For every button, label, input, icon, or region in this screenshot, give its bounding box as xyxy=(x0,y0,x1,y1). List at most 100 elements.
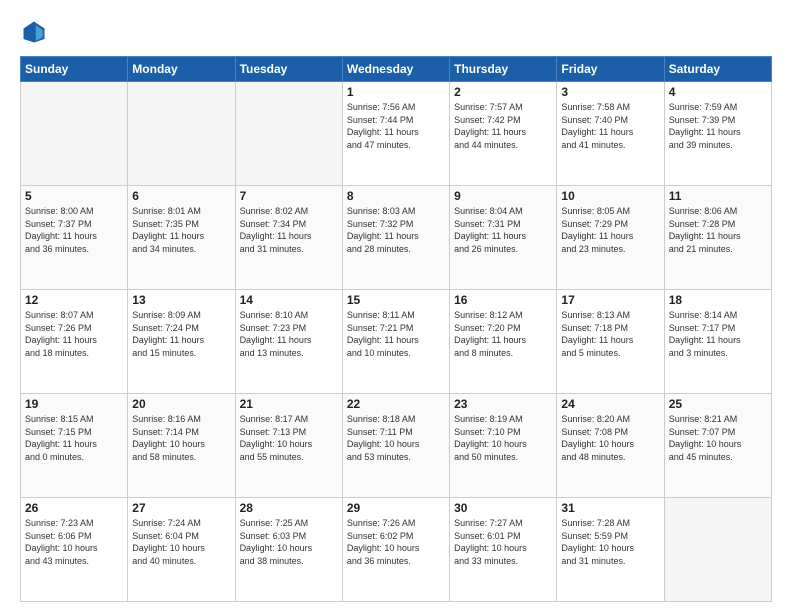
day-number: 14 xyxy=(240,293,338,307)
day-number: 10 xyxy=(561,189,659,203)
day-info: Sunrise: 7:24 AM Sunset: 6:04 PM Dayligh… xyxy=(132,517,230,567)
day-number: 9 xyxy=(454,189,552,203)
day-number: 24 xyxy=(561,397,659,411)
day-info: Sunrise: 8:02 AM Sunset: 7:34 PM Dayligh… xyxy=(240,205,338,255)
day-number: 13 xyxy=(132,293,230,307)
day-number: 16 xyxy=(454,293,552,307)
weekday-header-saturday: Saturday xyxy=(664,57,771,82)
day-number: 21 xyxy=(240,397,338,411)
day-number: 17 xyxy=(561,293,659,307)
day-info: Sunrise: 7:23 AM Sunset: 6:06 PM Dayligh… xyxy=(25,517,123,567)
day-info: Sunrise: 8:15 AM Sunset: 7:15 PM Dayligh… xyxy=(25,413,123,463)
day-number: 27 xyxy=(132,501,230,515)
calendar-cell: 27 Sunrise: 7:24 AM Sunset: 6:04 PM Dayli… xyxy=(128,498,235,602)
weekday-header-monday: Monday xyxy=(128,57,235,82)
logo-icon xyxy=(20,18,48,46)
day-info: Sunrise: 7:58 AM Sunset: 7:40 PM Dayligh… xyxy=(561,101,659,151)
day-number: 18 xyxy=(669,293,767,307)
calendar-cell: 14 Sunrise: 8:10 AM Sunset: 7:23 PM Dayli… xyxy=(235,290,342,394)
day-info: Sunrise: 8:01 AM Sunset: 7:35 PM Dayligh… xyxy=(132,205,230,255)
day-number: 3 xyxy=(561,85,659,99)
calendar-table: SundayMondayTuesdayWednesdayThursdayFrid… xyxy=(20,56,772,602)
day-number: 11 xyxy=(669,189,767,203)
day-info: Sunrise: 8:14 AM Sunset: 7:17 PM Dayligh… xyxy=(669,309,767,359)
calendar-week-1: 1Sunrise: 7:56 AM Sunset: 7:44 PM Daylig… xyxy=(21,82,772,186)
day-number: 30 xyxy=(454,501,552,515)
day-info: Sunrise: 8:09 AM Sunset: 7:24 PM Dayligh… xyxy=(132,309,230,359)
calendar-cell: 16 Sunrise: 8:12 AM Sunset: 7:20 PM Dayli… xyxy=(450,290,557,394)
calendar-cell: 6 Sunrise: 8:01 AM Sunset: 7:35 PM Daylig… xyxy=(128,186,235,290)
calendar-cell: 23 Sunrise: 8:19 AM Sunset: 7:10 PM Dayli… xyxy=(450,394,557,498)
day-info: Sunrise: 8:19 AM Sunset: 7:10 PM Dayligh… xyxy=(454,413,552,463)
day-number: 22 xyxy=(347,397,445,411)
day-number: 2 xyxy=(454,85,552,99)
day-number: 26 xyxy=(25,501,123,515)
calendar-cell: 8Sunrise: 8:03 AM Sunset: 7:32 PM Daylig… xyxy=(342,186,449,290)
calendar-cell: 15 Sunrise: 8:11 AM Sunset: 7:21 PM Dayli… xyxy=(342,290,449,394)
day-info: Sunrise: 8:13 AM Sunset: 7:18 PM Dayligh… xyxy=(561,309,659,359)
calendar-cell: 22 Sunrise: 8:18 AM Sunset: 7:11 PM Dayli… xyxy=(342,394,449,498)
calendar-cell: 19 Sunrise: 8:15 AM Sunset: 7:15 PM Dayli… xyxy=(21,394,128,498)
day-number: 19 xyxy=(25,397,123,411)
day-number: 6 xyxy=(132,189,230,203)
day-info: Sunrise: 8:04 AM Sunset: 7:31 PM Dayligh… xyxy=(454,205,552,255)
day-number: 25 xyxy=(669,397,767,411)
calendar-cell xyxy=(235,82,342,186)
day-number: 7 xyxy=(240,189,338,203)
day-number: 12 xyxy=(25,293,123,307)
day-number: 4 xyxy=(669,85,767,99)
header xyxy=(20,18,772,46)
day-number: 20 xyxy=(132,397,230,411)
day-info: Sunrise: 8:05 AM Sunset: 7:29 PM Dayligh… xyxy=(561,205,659,255)
day-info: Sunrise: 8:00 AM Sunset: 7:37 PM Dayligh… xyxy=(25,205,123,255)
day-number: 29 xyxy=(347,501,445,515)
weekday-header-tuesday: Tuesday xyxy=(235,57,342,82)
calendar-cell: 29 Sunrise: 7:26 AM Sunset: 6:02 PM Dayli… xyxy=(342,498,449,602)
day-info: Sunrise: 8:20 AM Sunset: 7:08 PM Dayligh… xyxy=(561,413,659,463)
calendar-cell: 1Sunrise: 7:56 AM Sunset: 7:44 PM Daylig… xyxy=(342,82,449,186)
day-info: Sunrise: 8:18 AM Sunset: 7:11 PM Dayligh… xyxy=(347,413,445,463)
page: SundayMondayTuesdayWednesdayThursdayFrid… xyxy=(0,0,792,612)
calendar-cell: 7 Sunrise: 8:02 AM Sunset: 7:34 PM Daylig… xyxy=(235,186,342,290)
day-info: Sunrise: 8:03 AM Sunset: 7:32 PM Dayligh… xyxy=(347,205,445,255)
calendar-cell xyxy=(664,498,771,602)
weekday-header-thursday: Thursday xyxy=(450,57,557,82)
calendar-week-3: 12 Sunrise: 8:07 AM Sunset: 7:26 PM Dayli… xyxy=(21,290,772,394)
logo xyxy=(20,18,54,46)
day-info: Sunrise: 8:21 AM Sunset: 7:07 PM Dayligh… xyxy=(669,413,767,463)
day-number: 28 xyxy=(240,501,338,515)
day-number: 5 xyxy=(25,189,123,203)
calendar-cell: 17 Sunrise: 8:13 AM Sunset: 7:18 PM Dayli… xyxy=(557,290,664,394)
day-info: Sunrise: 7:57 AM Sunset: 7:42 PM Dayligh… xyxy=(454,101,552,151)
calendar-week-5: 26 Sunrise: 7:23 AM Sunset: 6:06 PM Dayli… xyxy=(21,498,772,602)
calendar-cell: 3 Sunrise: 7:58 AM Sunset: 7:40 PM Daylig… xyxy=(557,82,664,186)
day-info: Sunrise: 8:17 AM Sunset: 7:13 PM Dayligh… xyxy=(240,413,338,463)
day-info: Sunrise: 8:11 AM Sunset: 7:21 PM Dayligh… xyxy=(347,309,445,359)
day-number: 23 xyxy=(454,397,552,411)
weekday-header-wednesday: Wednesday xyxy=(342,57,449,82)
day-info: Sunrise: 7:27 AM Sunset: 6:01 PM Dayligh… xyxy=(454,517,552,567)
calendar-cell: 24 Sunrise: 8:20 AM Sunset: 7:08 PM Dayli… xyxy=(557,394,664,498)
calendar-cell: 18 Sunrise: 8:14 AM Sunset: 7:17 PM Dayli… xyxy=(664,290,771,394)
calendar-cell: 25 Sunrise: 8:21 AM Sunset: 7:07 PM Dayli… xyxy=(664,394,771,498)
day-info: Sunrise: 7:25 AM Sunset: 6:03 PM Dayligh… xyxy=(240,517,338,567)
day-info: Sunrise: 7:56 AM Sunset: 7:44 PM Dayligh… xyxy=(347,101,445,151)
calendar-cell: 30 Sunrise: 7:27 AM Sunset: 6:01 PM Dayli… xyxy=(450,498,557,602)
weekday-header-row: SundayMondayTuesdayWednesdayThursdayFrid… xyxy=(21,57,772,82)
calendar-cell: 28 Sunrise: 7:25 AM Sunset: 6:03 PM Dayli… xyxy=(235,498,342,602)
day-info: Sunrise: 7:26 AM Sunset: 6:02 PM Dayligh… xyxy=(347,517,445,567)
day-info: Sunrise: 8:07 AM Sunset: 7:26 PM Dayligh… xyxy=(25,309,123,359)
day-number: 15 xyxy=(347,293,445,307)
day-number: 31 xyxy=(561,501,659,515)
calendar-cell xyxy=(21,82,128,186)
calendar-cell: 10 Sunrise: 8:05 AM Sunset: 7:29 PM Dayli… xyxy=(557,186,664,290)
calendar-cell: 5 Sunrise: 8:00 AM Sunset: 7:37 PM Daylig… xyxy=(21,186,128,290)
calendar-cell: 4Sunrise: 7:59 AM Sunset: 7:39 PM Daylig… xyxy=(664,82,771,186)
calendar-week-4: 19 Sunrise: 8:15 AM Sunset: 7:15 PM Dayli… xyxy=(21,394,772,498)
day-info: Sunrise: 8:10 AM Sunset: 7:23 PM Dayligh… xyxy=(240,309,338,359)
day-info: Sunrise: 8:12 AM Sunset: 7:20 PM Dayligh… xyxy=(454,309,552,359)
calendar-cell: 12 Sunrise: 8:07 AM Sunset: 7:26 PM Dayli… xyxy=(21,290,128,394)
day-info: Sunrise: 8:16 AM Sunset: 7:14 PM Dayligh… xyxy=(132,413,230,463)
day-info: Sunrise: 7:28 AM Sunset: 5:59 PM Dayligh… xyxy=(561,517,659,567)
calendar-cell: 9 Sunrise: 8:04 AM Sunset: 7:31 PM Daylig… xyxy=(450,186,557,290)
